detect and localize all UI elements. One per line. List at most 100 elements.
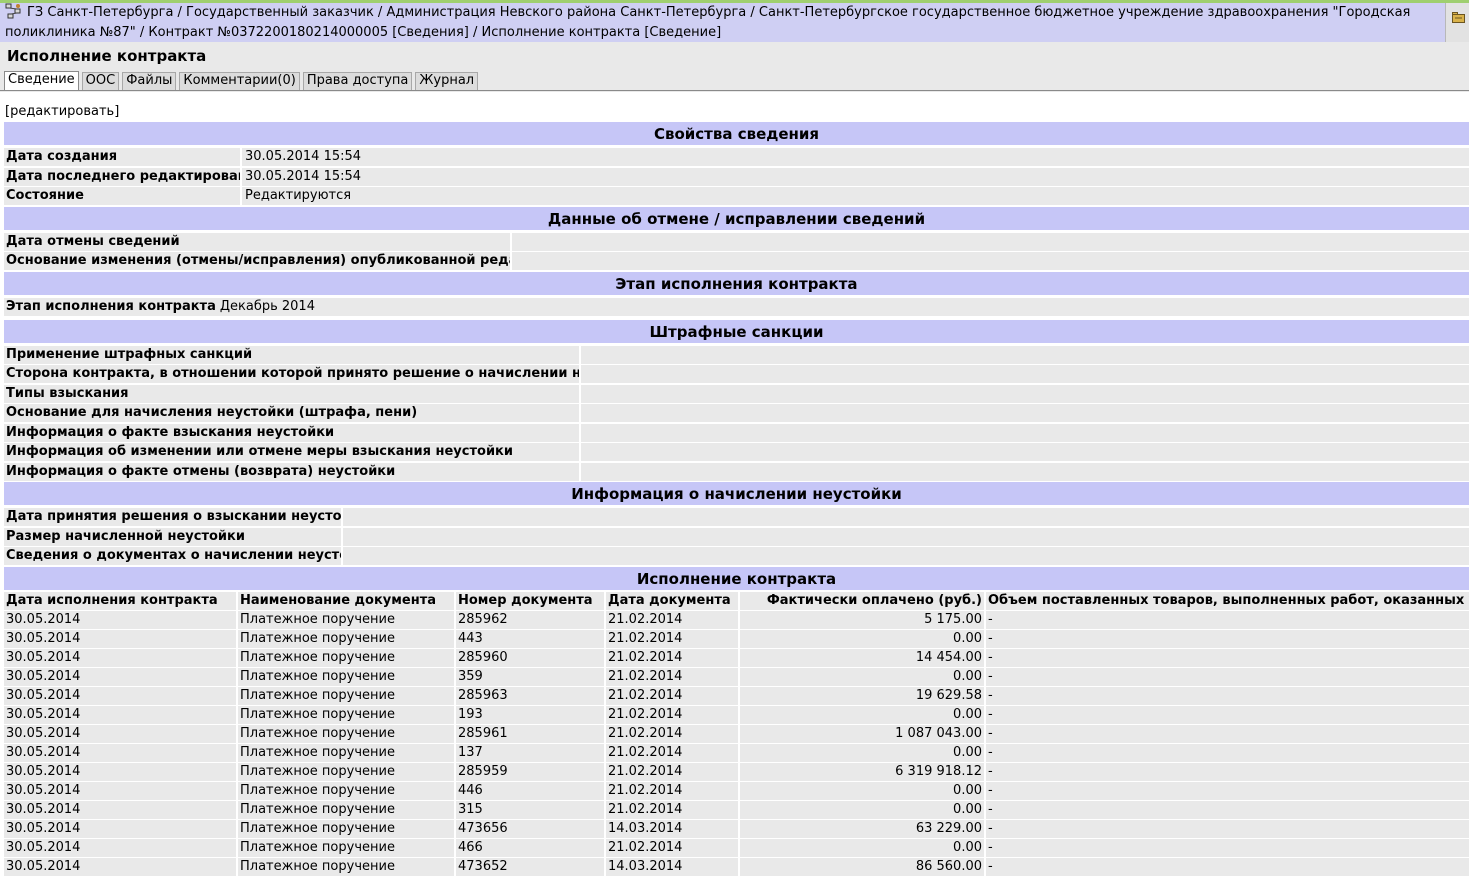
table-cell: 21.02.2014 bbox=[606, 838, 740, 857]
property-row: Информация о факте взыскания неустойки bbox=[4, 423, 1469, 442]
table-cell: 443 bbox=[456, 629, 606, 648]
property-row: Дата принятия решения о взыскании неусто… bbox=[4, 508, 1469, 526]
table-cell: 21.02.2014 bbox=[606, 610, 740, 629]
table-cell: 0.00 bbox=[740, 781, 986, 800]
property-label: Информация о факте взыскания неустойки bbox=[4, 423, 579, 442]
table-cell: 21.02.2014 bbox=[606, 686, 740, 705]
property-label: Состояние bbox=[4, 187, 240, 205]
breadcrumb-text[interactable]: ГЗ Санкт-Петербурга / Государственный за… bbox=[5, 5, 1410, 40]
column-header: Дата документа bbox=[606, 591, 740, 610]
property-value bbox=[343, 527, 1469, 546]
table-cell: Платежное поручение bbox=[238, 705, 456, 724]
table-cell: - bbox=[986, 838, 1469, 857]
table-cell: 14.03.2014 bbox=[606, 819, 740, 838]
property-label: Дата создания bbox=[4, 148, 240, 166]
table-cell: 21.02.2014 bbox=[606, 705, 740, 724]
property-label: Информация об изменении или отмене меры … bbox=[4, 443, 579, 461]
table-cell: 0.00 bbox=[740, 743, 986, 762]
table-cell: 30.05.2014 bbox=[4, 743, 238, 762]
property-row: Информация об изменении или отмене меры … bbox=[4, 443, 1469, 461]
table-cell: - bbox=[986, 743, 1469, 762]
table-cell: 14 454.00 bbox=[740, 648, 986, 667]
table-cell: 21.02.2014 bbox=[606, 629, 740, 648]
property-label: Применение штрафных санкций bbox=[4, 345, 579, 364]
table-row: 30.05.2014 Платежное поручение 443 21.02.20… bbox=[4, 629, 1469, 648]
tab-svedenie[interactable]: Сведение bbox=[4, 71, 79, 91]
property-row: Типы взыскания bbox=[4, 384, 1469, 403]
table-cell: 5 175.00 bbox=[740, 610, 986, 629]
table-cell: Платежное поручение bbox=[238, 724, 456, 743]
folder-icon[interactable] bbox=[1452, 12, 1465, 23]
table-cell: 30.05.2014 bbox=[4, 819, 238, 838]
property-row: Дата создания 30.05.2014 15:54 bbox=[4, 148, 1469, 166]
tab-divider bbox=[0, 90, 1469, 91]
table-row: 30.05.2014 Платежное поручение 285959 21.02… bbox=[4, 762, 1469, 781]
property-value bbox=[581, 443, 1469, 461]
tab-files[interactable]: Файлы bbox=[122, 72, 177, 90]
table-cell: 14.03.2014 bbox=[606, 857, 740, 876]
table-cell: - bbox=[986, 800, 1469, 819]
tree-icon[interactable] bbox=[5, 3, 22, 19]
table-cell: Платежное поручение bbox=[238, 743, 456, 762]
table-cell: 0.00 bbox=[740, 705, 986, 724]
table-header-row: Дата исполнения контракта Наименование д… bbox=[4, 591, 1469, 610]
tab-access-rights[interactable]: Права доступа bbox=[302, 72, 413, 90]
section-title-execution: Исполнение контракта bbox=[4, 566, 1469, 590]
table-cell: Платежное поручение bbox=[238, 800, 456, 819]
property-value bbox=[581, 345, 1469, 364]
property-value: Редактируются bbox=[242, 187, 1469, 205]
table-cell: 0.00 bbox=[740, 800, 986, 819]
table-cell: 21.02.2014 bbox=[606, 743, 740, 762]
property-value bbox=[581, 404, 1469, 422]
table-cell: 30.05.2014 bbox=[4, 705, 238, 724]
property-label: Дата отмены сведений bbox=[4, 232, 510, 251]
property-row: Состояние Редактируются bbox=[4, 187, 1469, 205]
tab-comments[interactable]: Комментарии(0) bbox=[179, 72, 300, 90]
table-cell: 21.02.2014 bbox=[606, 648, 740, 667]
table-cell: 30.05.2014 bbox=[4, 857, 238, 876]
property-label: Сторона контракта, в отношении которой п… bbox=[4, 365, 579, 383]
edit-link[interactable]: [редактировать] bbox=[5, 103, 119, 121]
property-value bbox=[343, 508, 1469, 526]
table-cell: - bbox=[986, 610, 1469, 629]
property-value bbox=[512, 232, 1469, 251]
tab-oos[interactable]: ООС bbox=[81, 72, 120, 90]
table-cell: 285963 bbox=[456, 686, 606, 705]
table-cell: 21.02.2014 bbox=[606, 724, 740, 743]
table-cell: - bbox=[986, 724, 1469, 743]
table-cell: 137 bbox=[456, 743, 606, 762]
table-cell: 473656 bbox=[456, 819, 606, 838]
table-cell: - bbox=[986, 781, 1469, 800]
breadcrumb: ГЗ Санкт-Петербурга / Государственный за… bbox=[0, 3, 1445, 42]
table-cell: 0.00 bbox=[740, 629, 986, 648]
table-row: 30.05.2014 Платежное поручение 285962 21.02… bbox=[4, 610, 1469, 629]
table-cell: - bbox=[986, 648, 1469, 667]
table-cell: 446 bbox=[456, 781, 606, 800]
table-cell: Платежное поручение bbox=[238, 762, 456, 781]
section-title-penalty-accrual: Информация о начислении неустойки bbox=[4, 482, 1469, 505]
table-cell: - bbox=[986, 819, 1469, 838]
property-row: Применение штрафных санкций bbox=[4, 345, 1469, 364]
table-cell: Платежное поручение bbox=[238, 629, 456, 648]
table-cell: Платежное поручение bbox=[238, 648, 456, 667]
property-row: Основание изменения (отмены/исправления)… bbox=[4, 252, 1469, 270]
table-cell: Платежное поручение bbox=[238, 610, 456, 629]
table-cell: - bbox=[986, 686, 1469, 705]
table-cell: 30.05.2014 bbox=[4, 610, 238, 629]
section-title-cancellation: Данные об отмене / исправлении сведений bbox=[4, 206, 1469, 230]
property-label: Дата принятия решения о взыскании неусто… bbox=[4, 508, 341, 526]
table-cell: 466 bbox=[456, 838, 606, 857]
property-row: Сторона контракта, в отношении которой п… bbox=[4, 365, 1469, 383]
property-row: Сведения о документах о начислении неуст… bbox=[4, 547, 1469, 565]
table-cell: Платежное поручение bbox=[238, 781, 456, 800]
tab-journal[interactable]: Журнал bbox=[415, 72, 479, 90]
table-cell: 0.00 bbox=[740, 838, 986, 857]
property-label: Информация о факте отмены (возврата) неу… bbox=[4, 462, 579, 481]
table-cell: Платежное поручение bbox=[238, 686, 456, 705]
table-row: 30.05.2014 Платежное поручение 193 21.02.20… bbox=[4, 705, 1469, 724]
property-value bbox=[581, 423, 1469, 442]
table-cell: 193 bbox=[456, 705, 606, 724]
table-cell: 285959 bbox=[456, 762, 606, 781]
property-row: Дата отмены сведений bbox=[4, 232, 1469, 251]
table-cell: 359 bbox=[456, 667, 606, 686]
